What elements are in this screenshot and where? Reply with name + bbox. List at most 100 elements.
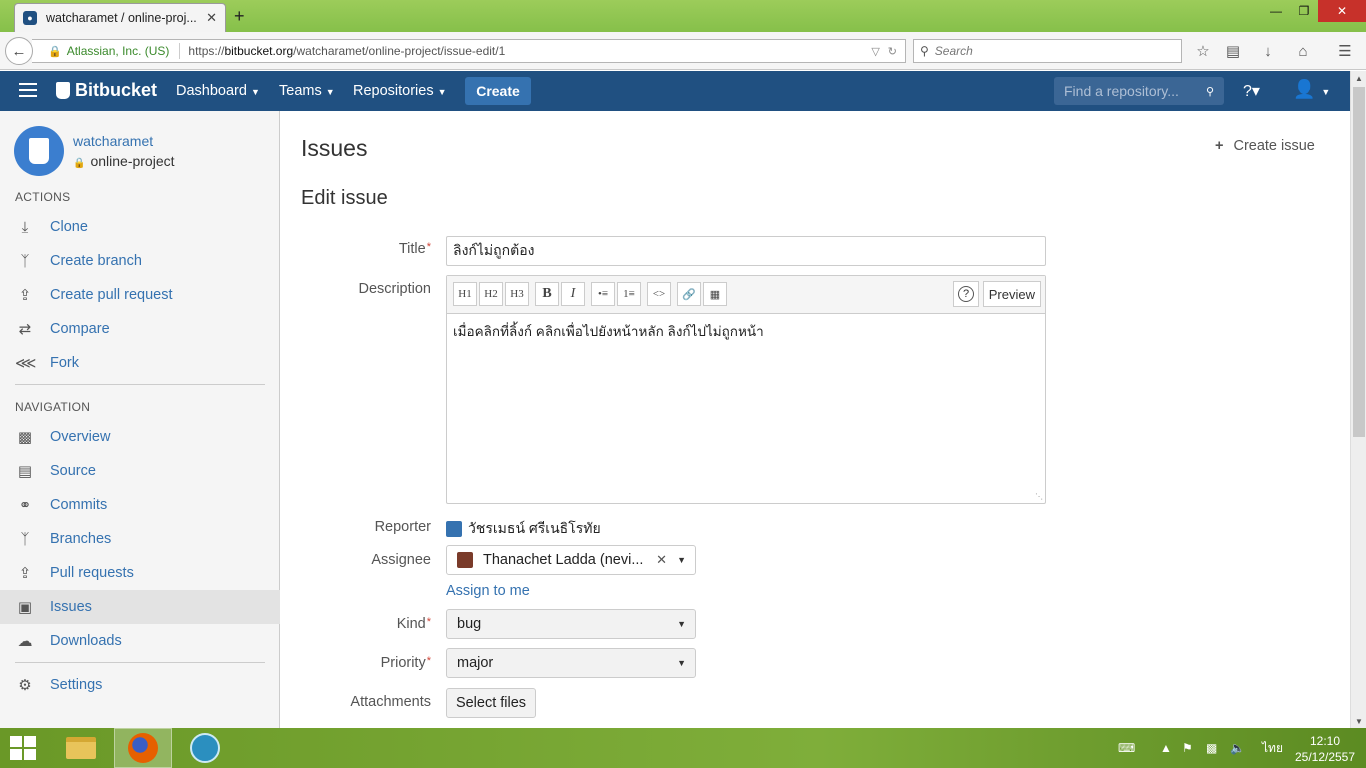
plus-icon: + (1215, 138, 1224, 154)
kind-select[interactable]: bug ▼ (446, 609, 696, 639)
bullet-list-icon[interactable]: •≡ (591, 282, 615, 306)
windows-taskbar: ⌨ ▲ ⚑ ▩ 🔈 ไทย 12:10 25/12/2557 (0, 728, 1366, 768)
numbered-list-icon[interactable]: 1≡ (617, 282, 641, 306)
sidebar-item-source[interactable]: ▤ Source (0, 454, 280, 488)
back-button[interactable]: ← (5, 37, 33, 65)
clock[interactable]: 12:10 25/12/2557 (1292, 733, 1358, 765)
description-text[interactable]: เมื่อคลิกที่ลิ้งก์ คลิกเพื่อไปยังหน้าหลั… (447, 314, 1045, 348)
keyboard-icon[interactable]: ⌨ (1118, 728, 1135, 768)
assignee-avatar (457, 552, 473, 568)
browser-search-input[interactable]: ⚲ Search (913, 39, 1182, 63)
flag-icon[interactable]: ⚑ (1182, 728, 1193, 768)
tray-expand-icon[interactable]: ▲ (1160, 728, 1172, 768)
italic-button[interactable]: I (561, 282, 585, 306)
new-tab-icon[interactable]: + (234, 6, 245, 27)
sidebar-item-create-pull-request[interactable]: ⇪ Create pull request (0, 278, 280, 312)
sidebar-item-overview[interactable]: ▩ Overview (0, 420, 280, 454)
sidebar-item-downloads[interactable]: ☁ Downloads (0, 624, 280, 658)
sidebar-item-commits[interactable]: ⚭ Commits (0, 488, 280, 522)
clear-icon[interactable]: ✕ (656, 552, 667, 568)
image-icon[interactable]: ▦ (703, 282, 727, 306)
lock-icon: 🔒 (73, 158, 86, 169)
sidebar-item-create-branch[interactable]: ᛉ Create branch (0, 244, 280, 278)
menu-dashboard[interactable]: Dashboard ▼ (176, 83, 260, 99)
h3-button[interactable]: H3 (505, 282, 529, 306)
url-bar[interactable]: 🔒 Atlassian, Inc. (US) https://bitbucket… (32, 39, 906, 63)
url-text[interactable]: https://bitbucket.org/watcharamet/online… (188, 44, 871, 58)
resize-handle-icon[interactable]: ⋱ (1035, 492, 1043, 501)
volume-icon[interactable]: 🔈 (1230, 728, 1245, 768)
chevron-down-icon: ▼ (325, 87, 335, 97)
preview-button[interactable]: Preview (982, 281, 1041, 307)
bitbucket-logo[interactable]: Bitbucket (56, 80, 157, 101)
restore-button[interactable]: ❐ (1290, 0, 1318, 22)
dropdown-arrow-icon[interactable]: ▽ (871, 45, 879, 58)
minimize-button[interactable]: — (1262, 0, 1290, 22)
scroll-thumb[interactable] (1353, 87, 1365, 437)
sidebar-item-branches[interactable]: ᛉ Branches (0, 522, 280, 556)
repo-owner-link[interactable]: watcharamet (73, 133, 153, 149)
page-scrollbar[interactable]: ▲ ▼ (1350, 71, 1366, 728)
sidebar-item-compare[interactable]: ⇄ Compare (0, 312, 280, 346)
app-icon[interactable] (176, 728, 234, 768)
network-icon[interactable]: ▩ (1206, 728, 1217, 768)
window-close-button[interactable]: ✕ (1318, 0, 1366, 22)
pull-requests-icon: ⇪ (18, 565, 32, 582)
file-explorer-icon[interactable] (52, 728, 110, 768)
branches-icon: ᛉ (20, 530, 30, 548)
browser-navbar: 🔒 Atlassian, Inc. (US) https://bitbucket… (0, 32, 1366, 70)
menu-repositories[interactable]: Repositories ▼ (353, 83, 447, 99)
home-icon[interactable]: ⌂ (1293, 41, 1313, 61)
create-button[interactable]: Create (465, 77, 531, 105)
reading-list-icon[interactable]: ▤ (1223, 41, 1243, 61)
browser-tab[interactable]: ● watcharamet / online-proj... ✕ (14, 3, 226, 32)
bitbucket-header: Bitbucket Dashboard ▼ Teams ▼ Repositories… (0, 71, 1350, 111)
close-tab-icon[interactable]: ✕ (206, 10, 217, 26)
windows-start-icon[interactable] (10, 736, 38, 760)
assign-to-me-link[interactable]: Assign to me (446, 583, 530, 599)
repository-search-input[interactable]: Find a repository... ⚲ (1054, 77, 1224, 105)
scroll-up-icon[interactable]: ▲ (1351, 71, 1366, 85)
assignee-label: Assignee (371, 552, 431, 568)
hamburger-icon[interactable] (19, 83, 37, 101)
sidebar-item-clone[interactable]: ⤓ Clone (0, 210, 280, 244)
language-indicator[interactable]: ไทย (1262, 728, 1283, 768)
title-input[interactable]: ลิงก์ไม่ถูกต้อง (446, 236, 1046, 266)
sidebar-item-issues[interactable]: ▣ Issues (0, 590, 280, 624)
fork-icon: ⋘ (15, 355, 37, 372)
download-icon[interactable]: ↓ (1258, 41, 1278, 61)
gear-icon: ⚙ (18, 677, 32, 694)
select-files-button[interactable]: Select files (446, 688, 536, 718)
repo-avatar[interactable] (14, 126, 64, 176)
sidebar-item-fork[interactable]: ⋘ Fork (0, 346, 280, 380)
firefox-icon[interactable] (114, 728, 172, 768)
pull-request-icon: ⇪ (18, 287, 32, 304)
assignee-select[interactable]: Thanachet Ladda (nevi... ✕ ▼ (446, 545, 696, 575)
menu-icon[interactable]: ☰ (1335, 41, 1355, 61)
sidebar-item-pull-requests[interactable]: ⇪ Pull requests (0, 556, 280, 590)
reload-icon[interactable]: ↻ (888, 45, 897, 58)
scroll-down-icon[interactable]: ▼ (1351, 714, 1366, 728)
help-button[interactable]: ? (953, 281, 979, 307)
chevron-down-icon: ▼ (677, 555, 686, 565)
bold-button[interactable]: B (535, 282, 559, 306)
repo-name[interactable]: 🔒 online-project (73, 153, 175, 169)
chevron-down-icon: ▼ (677, 658, 686, 668)
description-editor[interactable]: H1 H2 H3 B I •≡ 1≡ <> 🔗 ▦ ? Preview เมื่… (446, 275, 1046, 504)
menu-teams[interactable]: Teams ▼ (279, 83, 335, 99)
h2-button[interactable]: H2 (479, 282, 503, 306)
link-icon[interactable]: 🔗 (677, 282, 701, 306)
help-icon[interactable]: ?▾ (1243, 81, 1260, 101)
attachments-label: Attachments (350, 694, 431, 710)
sidebar-item-settings[interactable]: ⚙ Settings (0, 668, 280, 702)
code-icon[interactable]: <> (647, 282, 671, 306)
h1-button[interactable]: H1 (453, 282, 477, 306)
site-identity[interactable]: Atlassian, Inc. (US) (67, 44, 170, 58)
create-issue-button[interactable]: + Create issue (1215, 138, 1315, 154)
user-avatar-icon[interactable]: 👤 ▼ (1293, 79, 1330, 100)
priority-select[interactable]: major ▼ (446, 648, 696, 678)
kind-label: Kind* (396, 616, 431, 632)
bookmark-star-icon[interactable]: ☆ (1193, 41, 1213, 61)
sidebar-divider (15, 662, 265, 663)
repo-sidebar: watcharamet 🔒 online-project ACTIONS ⤓ Clo… (0, 111, 280, 728)
